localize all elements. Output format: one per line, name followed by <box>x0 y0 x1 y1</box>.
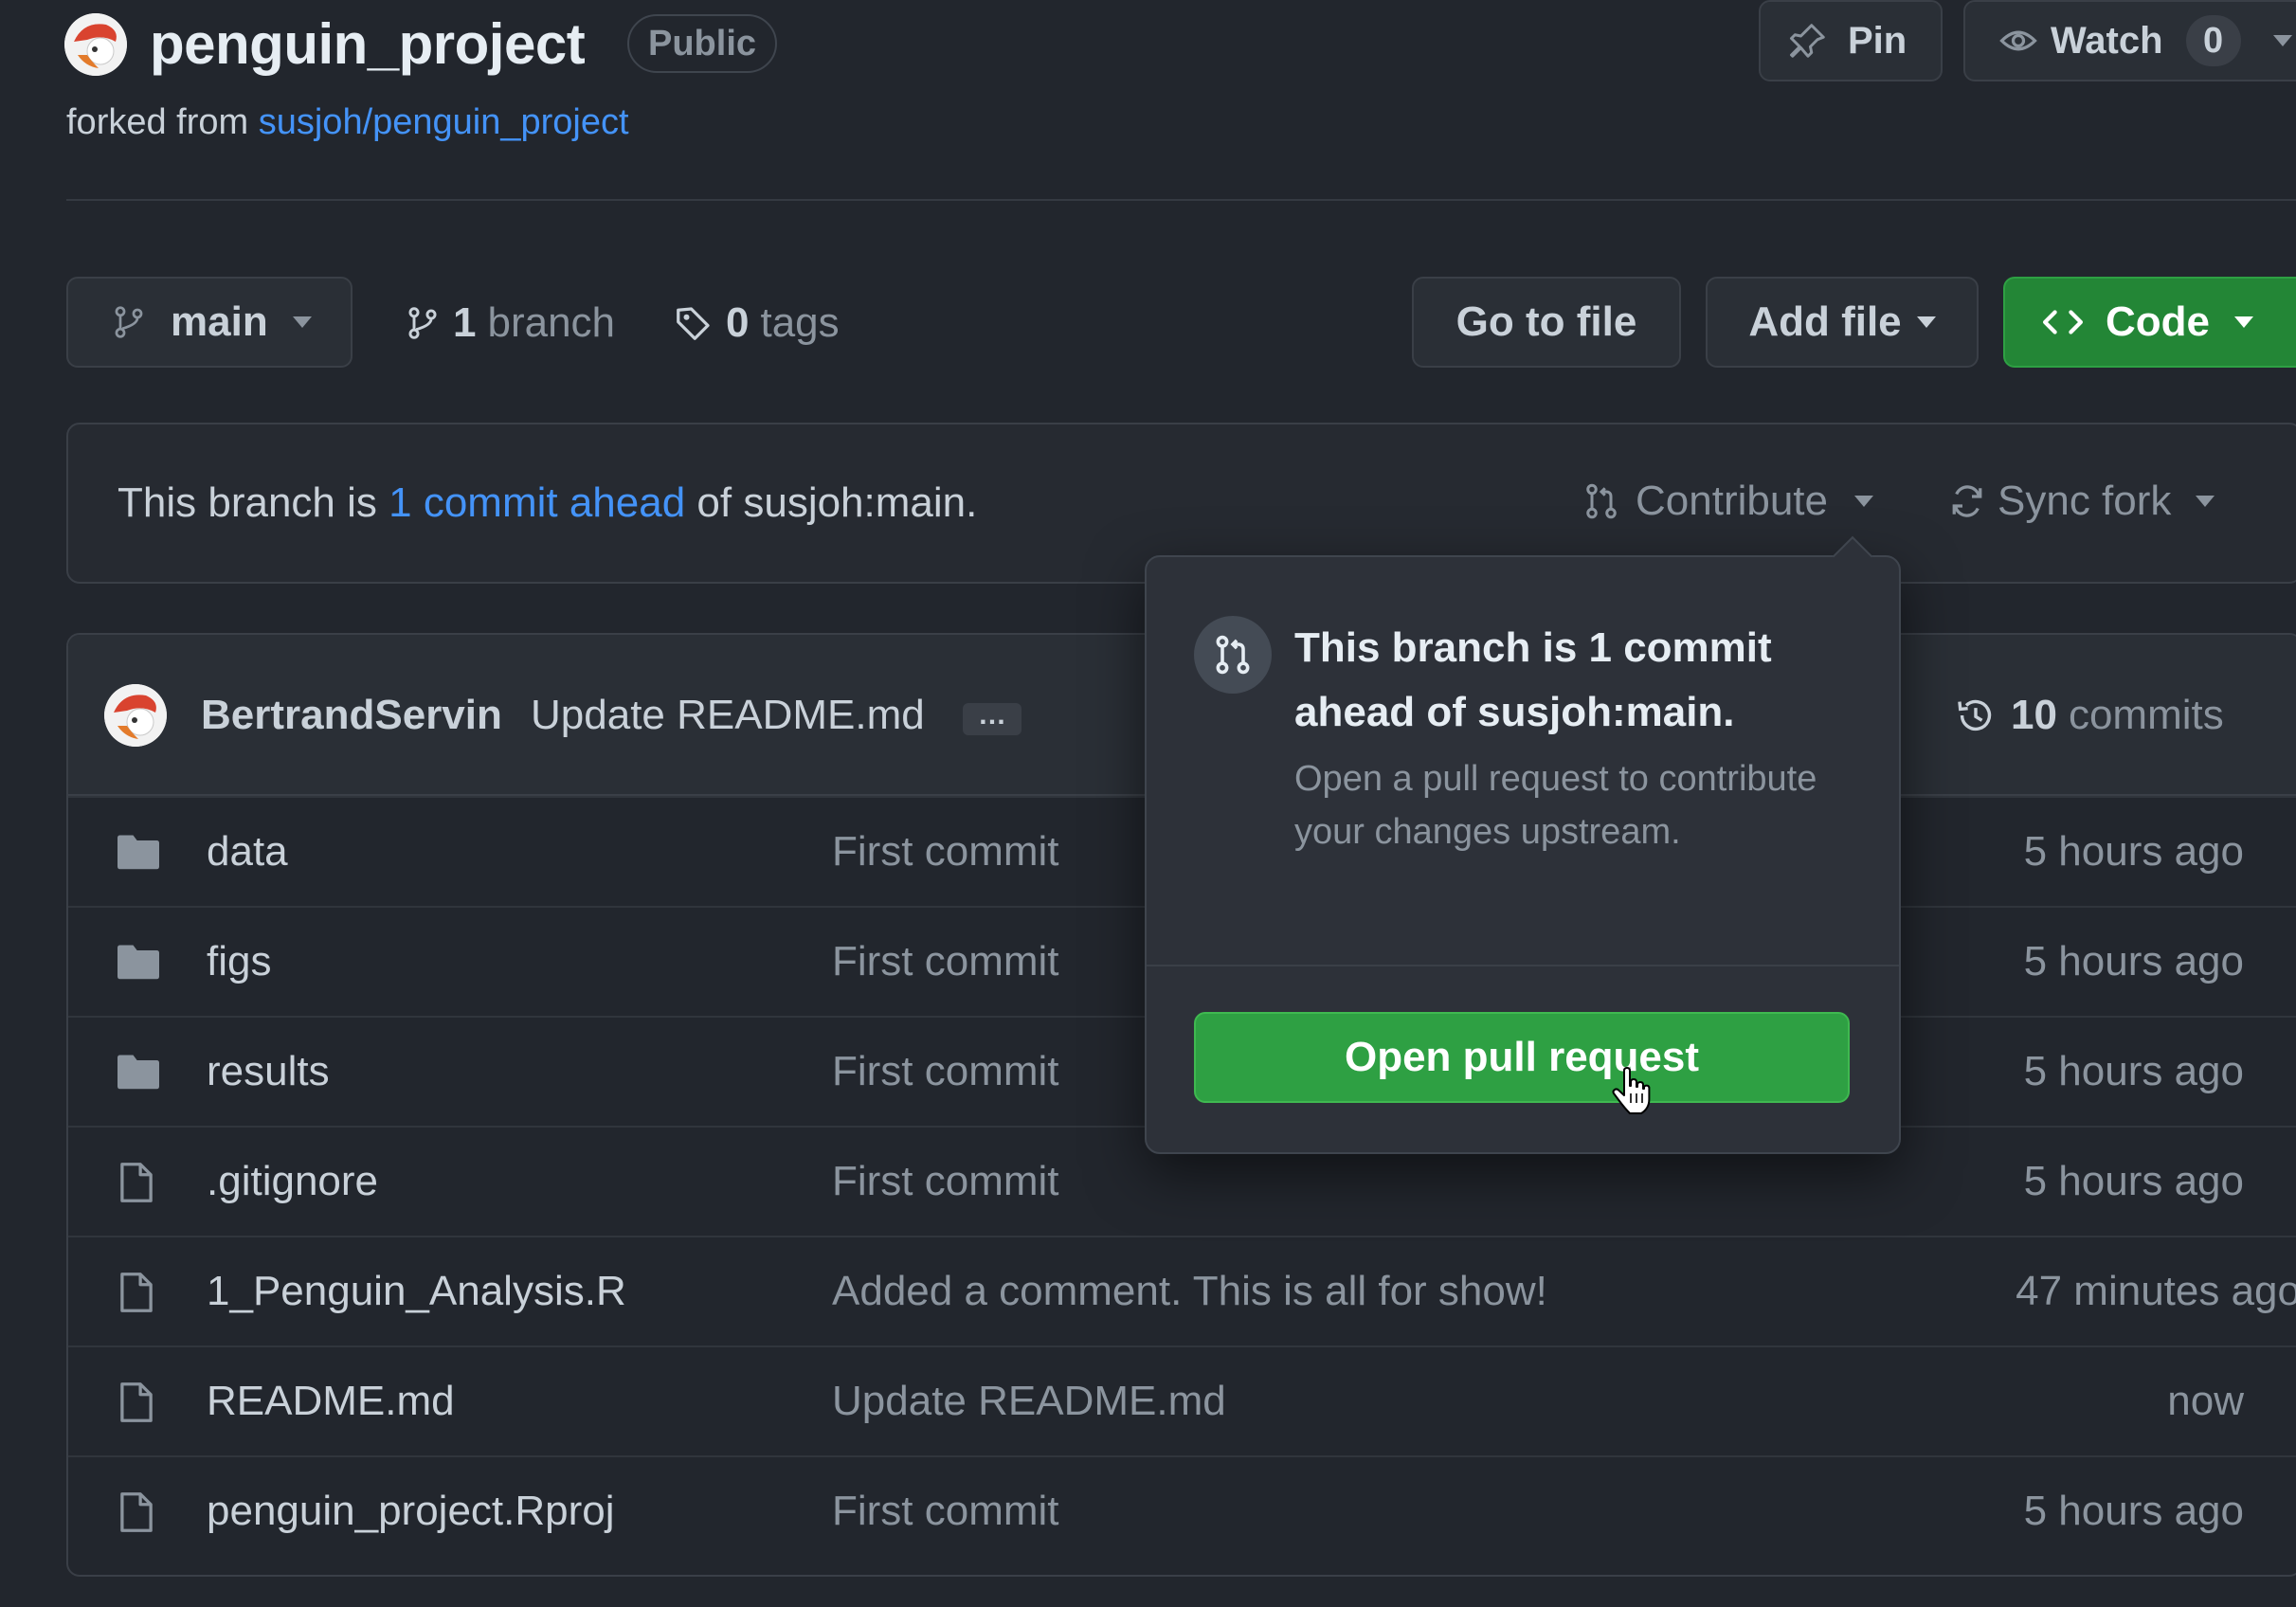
branches-word: branch <box>487 299 616 346</box>
fork-status-text: This branch is 1 commit ahead of susjoh:… <box>118 479 977 527</box>
chevron-down-icon <box>2234 316 2253 328</box>
commits-ahead-link[interactable]: 1 commit ahead <box>389 479 685 526</box>
sync-fork-label: Sync fork <box>1998 478 2172 524</box>
file-commit-message[interactable]: Update README.md <box>832 1378 1226 1425</box>
chevron-down-icon <box>2272 35 2292 46</box>
tags-count: 0 <box>726 299 750 346</box>
hand-cursor-icon <box>1611 1067 1653 1116</box>
code-button[interactable]: Code <box>2003 277 2296 368</box>
commits-history-link[interactable]: 10 commits <box>1956 692 2224 739</box>
file-name[interactable]: 1_Penguin_Analysis.R <box>207 1268 626 1315</box>
file-commit-message[interactable]: Added a comment. This is all for show! <box>832 1268 1547 1315</box>
file-name[interactable]: results <box>207 1048 330 1095</box>
file-name[interactable]: .gitignore <box>207 1158 378 1205</box>
file-icon <box>118 1381 155 1423</box>
pin-button[interactable]: Pin <box>1759 0 1943 81</box>
contribute-label: Contribute <box>1636 478 1829 524</box>
popover-divider <box>1147 965 1899 966</box>
chevron-down-icon <box>1916 316 1936 328</box>
file-icon <box>118 1491 155 1533</box>
fork-status-suffix: of susjoh:main. <box>696 479 978 526</box>
watch-button[interactable]: Watch 0 <box>1963 0 2296 81</box>
visibility-badge: Public <box>627 14 778 73</box>
repo-name[interactable]: penguin_project <box>150 11 586 77</box>
popover-title: This branch is 1 commit ahead of susjoh:… <box>1294 624 1772 735</box>
add-file-button[interactable]: Add file <box>1706 277 1979 368</box>
file-commit-message[interactable]: First commit <box>832 1488 1059 1535</box>
folder-icon <box>118 1052 159 1090</box>
pin-label: Pin <box>1848 19 1907 62</box>
commits-count: 10 <box>2011 692 2057 738</box>
forked-source-link[interactable]: susjoh/penguin_project <box>259 102 629 142</box>
file-commit-time: 5 hours ago <box>2023 1158 2244 1204</box>
chevron-down-icon <box>2196 496 2215 507</box>
popover-description: Open a pull request to contribute your c… <box>1294 759 1817 852</box>
commit-author[interactable]: BertrandServin <box>201 692 502 739</box>
sync-fork-button[interactable]: Sync fork <box>1948 478 2215 525</box>
open-pull-request-button[interactable]: Open pull request <box>1194 1012 1850 1103</box>
pin-icon <box>1789 22 1827 60</box>
file-name[interactable]: README.md <box>207 1378 455 1425</box>
branches-link[interactable]: 1 branch <box>406 299 615 347</box>
file-name[interactable]: penguin_project.Rproj <box>207 1488 615 1535</box>
table-row[interactable]: README.md Update README.md now <box>68 1345 2296 1455</box>
folder-icon <box>118 832 159 870</box>
git-pull-request-icon <box>1582 482 1620 520</box>
go-to-file-button[interactable]: Go to file <box>1412 277 1681 368</box>
sync-icon <box>1948 482 1986 520</box>
eye-icon <box>1999 22 2037 60</box>
forked-from-line: forked from susjoh/penguin_project <box>66 102 629 143</box>
commits-word: commits <box>2068 692 2224 738</box>
forked-from-label: forked from <box>66 102 249 142</box>
branches-count: 1 <box>453 299 477 346</box>
git-branch-icon <box>406 304 440 342</box>
watch-label: Watch <box>2051 19 2163 62</box>
file-commit-time: 5 hours ago <box>2023 828 2244 875</box>
file-icon <box>118 1272 155 1313</box>
code-label: Code <box>2106 298 2210 345</box>
code-icon <box>2043 308 2083 336</box>
watch-count: 0 <box>2185 15 2241 66</box>
commit-author-avatar[interactable] <box>104 684 167 747</box>
file-icon <box>118 1162 155 1203</box>
fork-status-prefix: This branch is <box>118 479 377 526</box>
git-pull-request-icon <box>1194 616 1272 694</box>
history-icon <box>1956 695 1996 735</box>
file-commit-time: 5 hours ago <box>2023 938 2244 984</box>
tags-link[interactable]: 0 tags <box>675 299 840 347</box>
chevron-down-icon <box>1854 496 1874 507</box>
file-commit-message[interactable]: First commit <box>832 938 1059 985</box>
add-file-label: Add file <box>1748 298 1902 345</box>
branch-selector[interactable]: main <box>66 277 353 368</box>
file-commit-message[interactable]: First commit <box>832 1048 1059 1095</box>
git-branch-icon <box>112 303 146 341</box>
owner-avatar[interactable] <box>64 13 127 76</box>
file-commit-message[interactable]: First commit <box>832 1158 1059 1205</box>
file-commit-time: 5 hours ago <box>2023 1048 2244 1094</box>
header-divider <box>66 199 2296 201</box>
contribute-button[interactable]: Contribute <box>1582 478 1874 525</box>
file-name[interactable]: data <box>207 828 288 876</box>
table-row[interactable]: 1_Penguin_Analysis.R Added a comment. Th… <box>68 1236 2296 1345</box>
file-commit-time: 47 minutes ago <box>2016 1268 2296 1314</box>
folder-icon <box>118 942 159 980</box>
tag-icon <box>675 304 713 342</box>
file-commit-time: 5 hours ago <box>2023 1488 2244 1534</box>
file-commit-time: now <box>2167 1378 2244 1424</box>
branch-name: main <box>171 298 268 345</box>
go-to-file-label: Go to file <box>1455 298 1637 345</box>
commit-message[interactable]: Update README.md <box>531 692 925 739</box>
expand-commit-button[interactable]: … <box>963 701 1021 735</box>
table-row[interactable]: penguin_project.Rproj First commit 5 hou… <box>68 1455 2296 1565</box>
file-name[interactable]: figs <box>207 938 271 985</box>
chevron-down-icon <box>292 316 312 328</box>
tags-word: tags <box>760 299 840 346</box>
file-commit-message[interactable]: First commit <box>832 828 1059 876</box>
